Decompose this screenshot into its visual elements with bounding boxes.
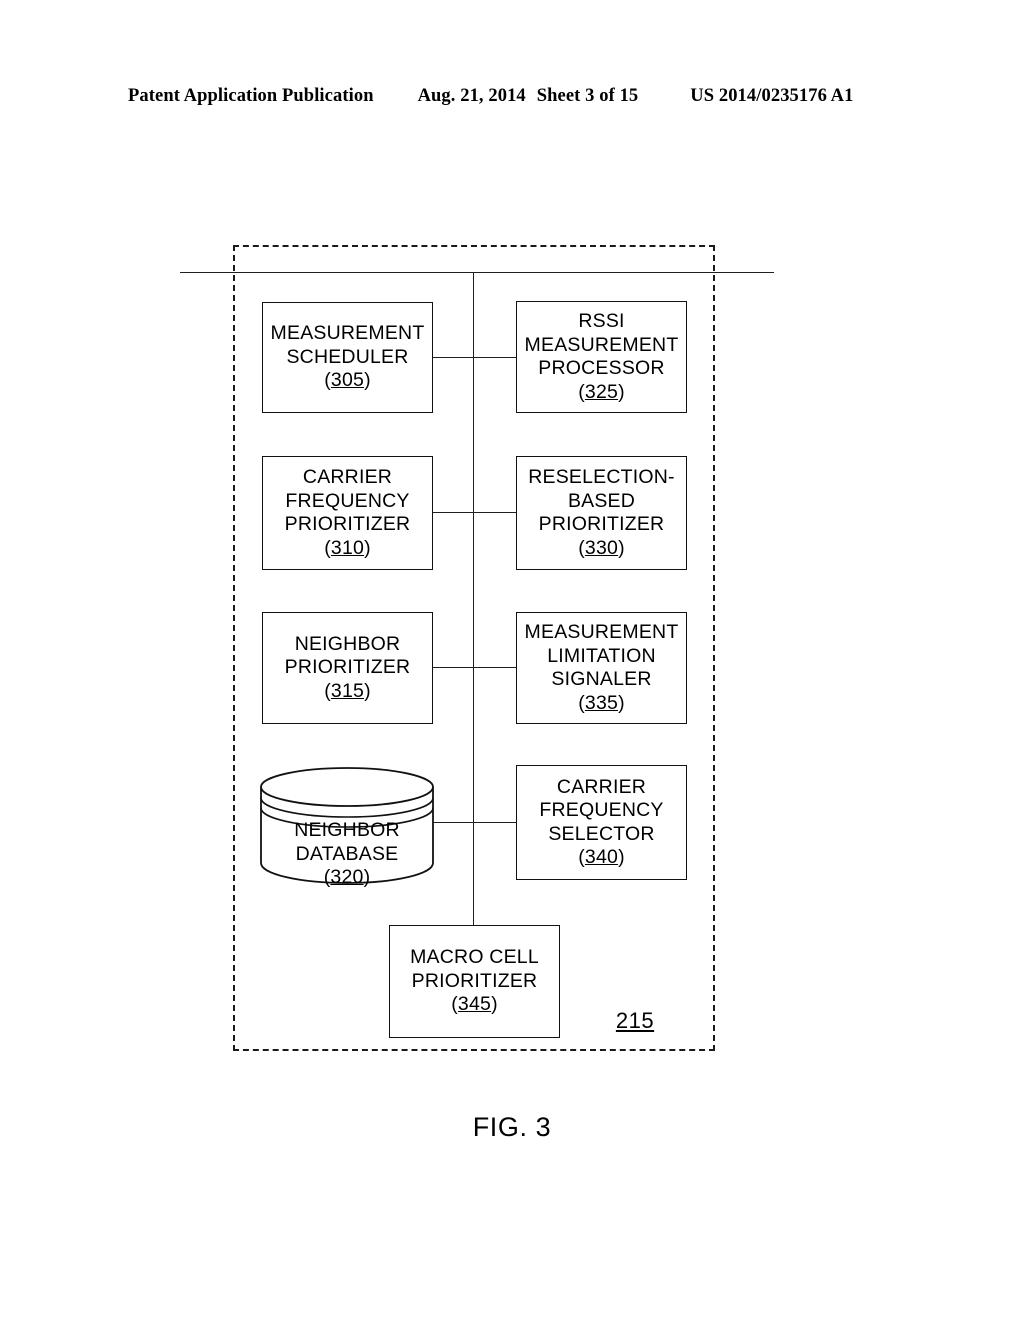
module-335-ref-open: ( (578, 691, 585, 714)
module-310-reference: (310) (324, 537, 371, 561)
connector-bus-to-reselection-based-prioritizer (473, 512, 517, 513)
connector-neighbor-database-to-bus (433, 822, 474, 823)
module-335-line-1: MEASUREMENT (524, 621, 679, 643)
module-320-line-2: DATABASE (295, 842, 399, 865)
module-measurement-limitation-signaler[interactable]: MEASUREMENT LIMITATION SIGNALER (335) (516, 612, 687, 724)
module-340-line-1: CARRIER (556, 775, 647, 798)
module-325-line-3: PROCESSOR (538, 357, 665, 379)
module-320-line-1: NEIGHBOR (294, 819, 400, 841)
internal-bus-line (473, 272, 474, 925)
module-310-line-1: CARRIER (302, 466, 393, 488)
module-310-ref-number: 310 (330, 536, 365, 559)
module-335-reference: (335) (578, 692, 625, 716)
module-325-reference: (325) (578, 381, 625, 405)
module-310-ref-open: ( (324, 536, 331, 559)
module-325-line-2: MEASUREMENT (524, 333, 679, 356)
module-310-line-3: PRIORITIZER (284, 513, 411, 535)
module-330-line-3: PRIORITIZER (538, 513, 665, 535)
module-345-ref-close: ) (491, 993, 498, 1016)
module-305-ref-open: ( (324, 369, 331, 392)
external-interface-line (180, 272, 774, 273)
module-330-ref-close: ) (618, 536, 625, 559)
module-315-ref-number: 315 (330, 679, 365, 702)
module-neighbor-database[interactable]: NEIGHBOR DATABASE (320) (259, 766, 435, 888)
figure-caption: FIG. 3 (472, 1112, 552, 1142)
module-335-line-3: SIGNALER (551, 668, 652, 690)
module-330-ref-open: ( (578, 536, 585, 559)
module-carrier-frequency-prioritizer[interactable]: CARRIER FREQUENCY PRIORITIZER (310) (262, 456, 433, 570)
module-320-reference: (320) (324, 866, 371, 888)
module-340-line-3: SELECTOR (548, 822, 655, 845)
module-325-ref-number: 325 (584, 380, 619, 403)
module-330-line-2: BASED (567, 489, 636, 512)
module-345-ref-number: 345 (457, 993, 492, 1016)
container-reference-numeral: 215 (615, 1008, 655, 1033)
module-340-ref-number: 340 (584, 846, 619, 868)
connector-bus-to-rssi-measurement-processor (473, 357, 517, 358)
module-320-ref-close: ) (363, 866, 371, 888)
module-330-reference: (330) (578, 537, 625, 561)
module-305-ref-number: 305 (330, 369, 365, 392)
module-345-reference: (345) (451, 993, 498, 1017)
module-330-line-1: RESELECTION- (528, 466, 675, 488)
module-340-ref-open: ( (578, 846, 585, 868)
module-reselection-based-prioritizer[interactable]: RESELECTION- BASED PRIORITIZER (330) (516, 456, 687, 570)
module-340-ref-close: ) (618, 846, 625, 868)
module-310-ref-close: ) (364, 536, 371, 559)
module-335-ref-number: 335 (584, 691, 619, 714)
module-315-line-1: NEIGHBOR (294, 632, 401, 655)
connector-measurement-scheduler-to-bus (432, 357, 474, 358)
module-320-ref-number: 320 (330, 866, 364, 888)
connector-bus-to-carrier-frequency-selector (473, 822, 517, 823)
module-305-reference: (305) (324, 369, 371, 393)
module-345-line-2: PRIORITIZER (411, 969, 538, 992)
module-340-reference: (340) (578, 846, 625, 870)
module-305-line-1: MEASUREMENT (270, 322, 425, 345)
module-305-ref-close: ) (364, 369, 371, 392)
module-325-ref-open: ( (578, 380, 585, 403)
module-325-line-1: RSSI (578, 310, 625, 332)
module-335-ref-close: ) (618, 691, 625, 714)
module-340-line-2: FREQUENCY (539, 799, 664, 821)
module-315-line-2: PRIORITIZER (284, 656, 411, 679)
module-335-line-2: LIMITATION (547, 644, 656, 667)
module-310-line-2: FREQUENCY (285, 489, 410, 512)
module-measurement-scheduler[interactable]: MEASUREMENT SCHEDULER (305) (262, 302, 433, 413)
module-325-ref-close: ) (618, 380, 625, 403)
patent-figure-3: MEASUREMENT SCHEDULER (305) CARRIER FREQ… (0, 0, 1024, 1320)
module-320-label-group: NEIGHBOR DATABASE (320) (259, 819, 435, 890)
module-330-ref-number: 330 (584, 536, 619, 559)
module-macro-cell-prioritizer[interactable]: MACRO CELL PRIORITIZER (345) (389, 925, 560, 1038)
module-345-ref-open: ( (451, 993, 458, 1016)
module-carrier-frequency-selector[interactable]: CARRIER FREQUENCY SELECTOR (340) (516, 765, 687, 880)
module-345-line-1: MACRO CELL (410, 946, 539, 969)
connector-bus-to-measurement-limitation-signaler (473, 667, 517, 668)
module-315-ref-open: ( (324, 679, 331, 702)
module-neighbor-prioritizer[interactable]: NEIGHBOR PRIORITIZER (315) (262, 612, 433, 724)
module-305-line-2: SCHEDULER (286, 345, 409, 368)
connector-carrier-frequency-prioritizer-to-bus (432, 512, 474, 513)
connector-neighbor-prioritizer-to-bus (432, 667, 474, 668)
module-315-reference: (315) (324, 680, 371, 704)
module-315-ref-close: ) (364, 679, 371, 702)
module-rssi-measurement-processor[interactable]: RSSI MEASUREMENT PROCESSOR (325) (516, 301, 687, 413)
